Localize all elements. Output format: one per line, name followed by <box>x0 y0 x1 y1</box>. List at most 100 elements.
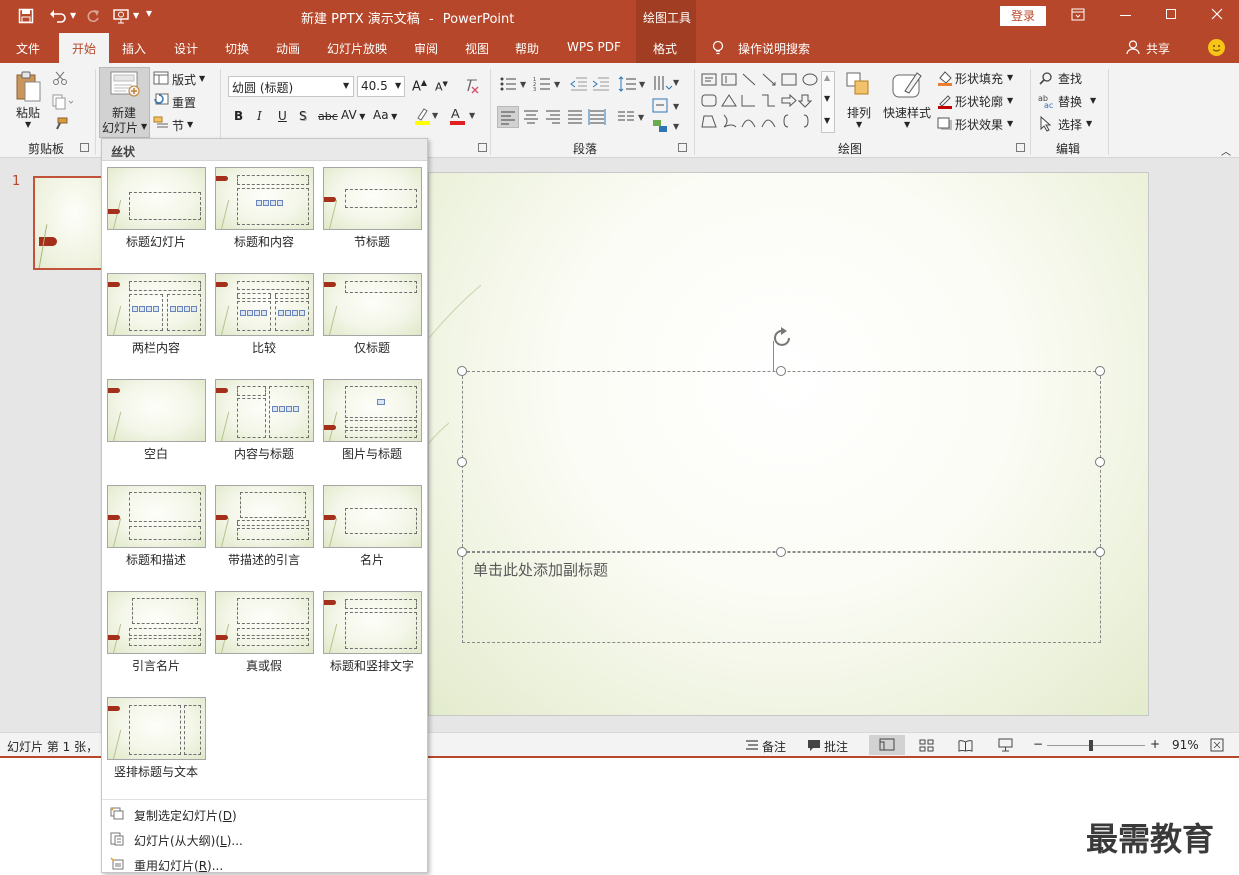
redo-icon[interactable] <box>85 8 101 24</box>
resize-handle[interactable] <box>776 547 786 557</box>
align-left-button[interactable] <box>497 106 519 128</box>
layout-thumb-title-content[interactable] <box>215 167 314 230</box>
layout-label-blank[interactable]: 空白 <box>102 445 210 462</box>
fit-to-window-icon[interactable] <box>1210 738 1224 752</box>
numbering-icon[interactable]: 1 2 3 ▼ <box>533 76 561 92</box>
layout-thumb-title-slide[interactable] <box>107 167 206 230</box>
shape-outline-button[interactable]: 形状轮廓 <box>955 93 1003 110</box>
layout-label-two-content[interactable]: 两栏内容 <box>102 339 210 356</box>
replace-icon[interactable]: ab ac <box>1038 93 1054 109</box>
font-name-dropdown-icon[interactable]: ▼ <box>343 81 349 90</box>
tab-home[interactable]: 开始 <box>72 40 96 57</box>
present-from-start-icon[interactable] <box>113 8 133 24</box>
rotate-handle-icon[interactable] <box>771 327 795 349</box>
layout-thumb-comparison[interactable] <box>215 273 314 336</box>
bullets-icon[interactable]: ▼ <box>499 76 527 92</box>
layout-thumb-section-header[interactable] <box>323 167 422 230</box>
cut-icon[interactable] <box>52 70 68 86</box>
tab-review[interactable]: 审阅 <box>414 40 438 57</box>
text-shadow-button[interactable]: S <box>299 109 307 123</box>
layout-label-true-false[interactable]: 真或假 <box>210 657 318 674</box>
columns-icon[interactable]: ▼ <box>617 109 645 125</box>
notes-button[interactable]: 备注 <box>762 738 786 755</box>
text-direction-icon[interactable]: ▼ <box>652 74 680 92</box>
layout-label-title-description[interactable]: 标题和描述 <box>102 551 210 568</box>
slideshow-view-icon[interactable] <box>998 738 1013 752</box>
layout-thumb-blank[interactable] <box>107 379 206 442</box>
zoom-level[interactable]: 91% <box>1172 738 1199 752</box>
font-size-field[interactable]: 40.5 ▼ <box>357 76 405 97</box>
layout-label-quote-name-card[interactable]: 引言名片 <box>102 657 210 674</box>
title-placeholder[interactable] <box>462 371 1101 552</box>
font-color-icon[interactable]: A ▼ <box>449 106 477 126</box>
layout-label-vertical-title-text[interactable]: 竖排标题与文本 <box>102 763 210 780</box>
tab-format[interactable]: 格式 <box>653 40 677 57</box>
layout-label-section-header[interactable]: 节标题 <box>318 233 426 250</box>
tab-transitions[interactable]: 切换 <box>225 40 249 57</box>
layout-dropdown-icon[interactable]: ▼ <box>199 74 205 83</box>
shape-fill-icon[interactable] <box>937 70 953 86</box>
justify-icon[interactable] <box>566 107 584 125</box>
layout-thumb-vertical-title-text[interactable] <box>107 697 206 760</box>
save-icon[interactable] <box>18 8 34 24</box>
resize-handle[interactable] <box>1095 457 1105 467</box>
smartart-icon[interactable]: ▼ <box>652 118 680 134</box>
paste-icon[interactable] <box>14 71 42 103</box>
shapes-gallery[interactable] <box>700 71 820 133</box>
arrange-dropdown-icon[interactable]: ▼ <box>856 120 862 129</box>
align-center-icon[interactable] <box>522 107 540 125</box>
align-right-icon[interactable] <box>544 107 562 125</box>
resize-handle[interactable] <box>457 457 467 467</box>
menu-reuse-slides[interactable]: 重用幻灯片(R)... <box>102 853 427 875</box>
replace-button[interactable]: 替换 <box>1058 93 1082 110</box>
subtitle-placeholder[interactable]: 单击此处添加副标题 <box>462 552 1101 643</box>
shape-fill-button[interactable]: 形状填充 <box>955 70 1003 87</box>
section-dropdown-icon[interactable]: ▼ <box>187 120 193 129</box>
layout-label-title-only[interactable]: 仅标题 <box>318 339 426 356</box>
shape-effects-dropdown-icon[interactable]: ▼ <box>1007 119 1013 128</box>
font-launcher-icon[interactable] <box>478 143 487 152</box>
arrange-label[interactable]: 排列 <box>847 104 871 121</box>
resize-handle[interactable] <box>1095 547 1105 557</box>
minimize-icon[interactable] <box>1120 15 1131 16</box>
shape-outline-dropdown-icon[interactable]: ▼ <box>1007 96 1013 105</box>
slide-canvas[interactable]: 单击此处添加副标题 <box>428 172 1149 716</box>
slide-sorter-icon[interactable] <box>919 739 934 752</box>
line-spacing-icon[interactable]: ▼ <box>618 76 646 92</box>
quick-styles-label[interactable]: 快速样式 <box>883 104 931 121</box>
reset-button[interactable]: 重置 <box>172 94 196 111</box>
layout-thumb-quote-caption[interactable] <box>215 485 314 548</box>
select-button[interactable]: 选择 <box>1058 116 1082 133</box>
layout-thumb-name-card[interactable] <box>323 485 422 548</box>
quick-styles-icon[interactable] <box>891 69 923 101</box>
layout-thumb-title-description[interactable] <box>107 485 206 548</box>
share-button[interactable]: 共享 <box>1146 40 1170 57</box>
char-spacing-button[interactable]: AV ▼ <box>341 108 365 122</box>
customize-qat-icon[interactable]: ▾ <box>146 6 152 20</box>
ribbon-display-options-icon[interactable] <box>1071 8 1085 21</box>
section-button[interactable]: 节 <box>172 117 184 134</box>
close-icon[interactable] <box>1211 8 1223 20</box>
increase-indent-icon[interactable] <box>592 76 610 92</box>
layout-label-comparison[interactable]: 比较 <box>210 339 318 356</box>
shape-fill-dropdown-icon[interactable]: ▼ <box>1007 73 1013 82</box>
italic-button[interactable]: I <box>257 109 262 123</box>
font-size-dropdown-icon[interactable]: ▼ <box>395 81 401 90</box>
select-cursor-icon[interactable] <box>1040 116 1052 132</box>
smiley-feedback-icon[interactable] <box>1208 39 1225 56</box>
drawing-launcher-icon[interactable] <box>1016 143 1025 152</box>
resize-handle[interactable] <box>776 366 786 376</box>
decrease-indent-icon[interactable] <box>570 76 588 92</box>
layout-thumb-content-caption[interactable] <box>215 379 314 442</box>
underline-button[interactable]: U <box>278 109 287 123</box>
shapes-gallery-scroll[interactable]: ▲ ▼ ▼ <box>821 71 835 133</box>
layout-thumb-title-only[interactable] <box>323 273 422 336</box>
shape-effects-icon[interactable] <box>937 116 953 132</box>
align-text-icon[interactable]: ▼ <box>652 98 680 114</box>
replace-dropdown-icon[interactable]: ▼ <box>1090 96 1096 105</box>
select-dropdown-icon[interactable]: ▼ <box>1086 119 1092 128</box>
layout-label-picture-caption[interactable]: 图片与标题 <box>318 445 426 462</box>
format-painter-icon[interactable] <box>52 117 68 133</box>
notes-icon[interactable] <box>745 739 759 752</box>
menu-slides-from-outline[interactable]: 幻灯片(从大纲)(L)... <box>102 828 427 850</box>
